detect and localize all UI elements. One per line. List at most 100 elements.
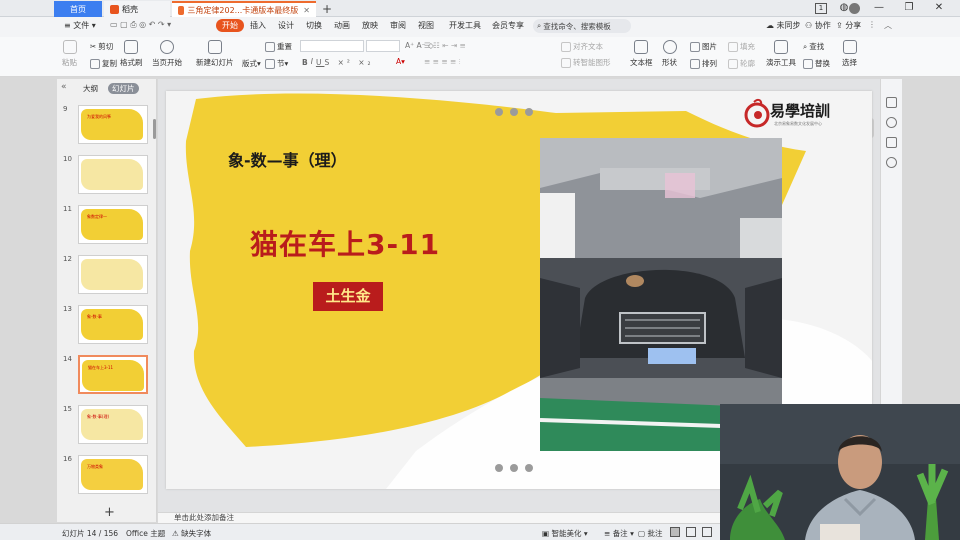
- picture-button[interactable]: 图片: [690, 41, 717, 52]
- slide-thumbnail[interactable]: 9 为爱我的风筝: [57, 105, 157, 149]
- reading-view-icon[interactable]: [702, 527, 712, 537]
- slide-thumbnail-number: 10: [63, 155, 72, 163]
- find-button[interactable]: ⌕ 查找: [803, 41, 824, 52]
- pin-icon[interactable]: [886, 117, 897, 128]
- ribbon-tab-design[interactable]: 设计: [278, 20, 294, 31]
- format-painter-button[interactable]: 格式刷: [120, 40, 143, 68]
- outline-button[interactable]: 轮廓: [728, 58, 755, 69]
- font-family-input[interactable]: [300, 40, 364, 52]
- panel-tabs: 大纲 幻灯片: [57, 79, 157, 97]
- slide-thumbnail-image: 万物类象: [78, 455, 148, 494]
- slide-thumbnail[interactable]: 10: [57, 155, 157, 199]
- minimize-button[interactable]: —: [868, 2, 890, 15]
- fill-button[interactable]: 填充: [728, 41, 755, 52]
- new-tab-button[interactable]: +: [322, 2, 332, 16]
- tab-close-icon[interactable]: ✕: [303, 6, 310, 15]
- tab-outline[interactable]: 大纲: [83, 83, 98, 94]
- notes-toggle-label: 备注: [612, 529, 628, 538]
- slide-thumbnail[interactable]: 16 万物类象: [57, 455, 157, 499]
- play-current-button[interactable]: 当页开始: [152, 40, 182, 68]
- replace-icon: [803, 58, 813, 69]
- section-button[interactable]: 节 ▾: [265, 58, 288, 69]
- slide-thumbnail[interactable]: 11 象数定律一: [57, 205, 157, 249]
- slide-thumbnail[interactable]: 15 象-数-事(理): [57, 405, 157, 449]
- replace-button[interactable]: 替换: [803, 58, 830, 69]
- ribbon-tab-view[interactable]: 视图: [418, 20, 434, 31]
- more-icon[interactable]: ⋮: [868, 20, 876, 29]
- copy-button[interactable]: 复制: [90, 58, 117, 69]
- tab-home[interactable]: 首页: [54, 1, 102, 17]
- add-slide-button[interactable]: +: [104, 505, 115, 520]
- close-button[interactable]: ✕: [928, 2, 950, 15]
- missing-font-button[interactable]: ⚠ 缺失字体: [172, 528, 211, 539]
- list-buttons[interactable]: ☰ ☷ ⇤ ⇥ ≡: [424, 41, 466, 50]
- missing-font-label: 缺失字体: [181, 529, 212, 538]
- tab-slides[interactable]: 幻灯片: [108, 82, 139, 94]
- ribbon-tab-member[interactable]: 会员专享: [492, 20, 524, 31]
- normal-view-icon[interactable]: [670, 527, 680, 537]
- ribbon-tab-transition[interactable]: 切换: [306, 20, 322, 31]
- collab-button[interactable]: ⚇ 协作: [805, 20, 831, 31]
- slide-thumbnail-image: 象-数-事(理): [78, 405, 148, 444]
- notes-area[interactable]: 单击此处添加备注: [158, 512, 721, 523]
- collapse-ribbon-icon[interactable]: ︿: [884, 20, 892, 31]
- restore-button[interactable]: ❐: [898, 2, 920, 15]
- ribbon-tab-slideshow[interactable]: 放映: [362, 20, 378, 31]
- menu-file[interactable]: ≡ 文件 ▾: [64, 20, 96, 31]
- layout-label: 版式: [242, 59, 257, 68]
- comments-button[interactable]: ▢ 批注: [638, 528, 662, 539]
- paste-button[interactable]: 粘贴: [62, 40, 77, 68]
- settings-sliders-icon[interactable]: [886, 97, 897, 108]
- arrange-button[interactable]: 排列: [690, 58, 717, 69]
- reset-button[interactable]: 重置: [265, 41, 292, 52]
- avatar[interactable]: [849, 3, 860, 14]
- section-label: 节: [277, 59, 285, 68]
- ribbon-tab-review[interactable]: 审阅: [390, 20, 406, 31]
- shape-button[interactable]: 形状: [662, 40, 677, 68]
- layout-button[interactable]: 版式 ▾: [242, 58, 261, 69]
- tab-document[interactable]: 三角定律202...卡通版本最终版 ✕: [172, 1, 316, 17]
- align-buttons[interactable]: ≡ ≡ ≡ ≡ ⫶: [424, 57, 461, 67]
- slide-thumbnail-number: 9: [63, 105, 68, 113]
- tab-daoke[interactable]: 稻壳: [104, 1, 170, 17]
- share-button[interactable]: ⇪ 分享: [836, 20, 861, 31]
- textbox-button[interactable]: 文本框: [630, 40, 653, 68]
- share-icon: ⇪: [836, 21, 843, 30]
- slide-thumbnail[interactable]: 13 象-数-事: [57, 305, 157, 349]
- quick-access-toolbar[interactable]: ▭ ▢ ⎙ ◎ ↶ ↷ ▾: [110, 20, 171, 30]
- ribbon-tab-animation[interactable]: 动画: [334, 20, 350, 31]
- notes-toggle-button[interactable]: ≡ 备注 ▾: [604, 528, 634, 539]
- font-size-input[interactable]: [366, 40, 400, 52]
- slide-thumbnail[interactable]: 12: [57, 255, 157, 299]
- brush-icon: [124, 40, 139, 54]
- smart-beautify-button[interactable]: ▣ 智能美化 ▾: [542, 528, 588, 539]
- new-slide-icon: [207, 40, 222, 54]
- sync-status-button[interactable]: ☁ 未同步: [766, 20, 801, 31]
- new-slide-button[interactable]: 新建幻灯片: [196, 40, 234, 68]
- presenter-video-illustration: [720, 404, 960, 540]
- ribbon-tab-insert[interactable]: 插入: [250, 20, 266, 31]
- select-button[interactable]: 选择: [842, 40, 857, 68]
- picture-icon: [690, 41, 700, 52]
- slide-thumbnail-number: 11: [63, 205, 72, 213]
- slide-library-icon[interactable]: [886, 137, 897, 148]
- text-direction-label: 对齐文本: [573, 42, 603, 51]
- font-color-button[interactable]: A▾: [396, 57, 405, 66]
- slide-thumbnail[interactable]: 14 猫在车上3-11: [57, 355, 157, 399]
- command-search-input[interactable]: ⌕ 查找命令、搜索模板: [533, 19, 631, 33]
- convert-smartart-button[interactable]: 转智能图形: [561, 57, 611, 68]
- ribbon-tab-devtools[interactable]: 开发工具: [449, 20, 481, 31]
- presentation-file-icon: [178, 5, 185, 15]
- ribbon-toolbar: 粘贴 ✂ 剪切 复制 格式刷 当页开始 新建幻灯片 版式 ▾ 重置 节 ▾ A⁺ …: [0, 37, 960, 77]
- presentation-tools-button[interactable]: 演示工具: [766, 40, 796, 68]
- sorter-view-icon[interactable]: [686, 527, 696, 537]
- select-label: 选择: [842, 58, 857, 67]
- text-format-buttons[interactable]: BIUS ×² ×₂: [302, 57, 374, 67]
- ribbon-tab-start[interactable]: 开始: [216, 19, 244, 32]
- cut-button[interactable]: ✂ 剪切: [90, 41, 113, 52]
- browser-tab-bar: 首页 稻壳 三角定律202...卡通版本最终版 ✕ + 1 ◍ — ❐ ✕: [0, 0, 960, 17]
- help-icon[interactable]: [886, 157, 897, 168]
- thumbnail-scrollbar[interactable]: [153, 119, 156, 139]
- ribbon-tab-bar: ≡ 文件 ▾ ▭ ▢ ⎙ ◎ ↶ ↷ ▾ 开始 插入 设计 切换 动画 放映 审…: [0, 17, 960, 37]
- text-direction-button[interactable]: 对齐文本: [561, 41, 603, 52]
